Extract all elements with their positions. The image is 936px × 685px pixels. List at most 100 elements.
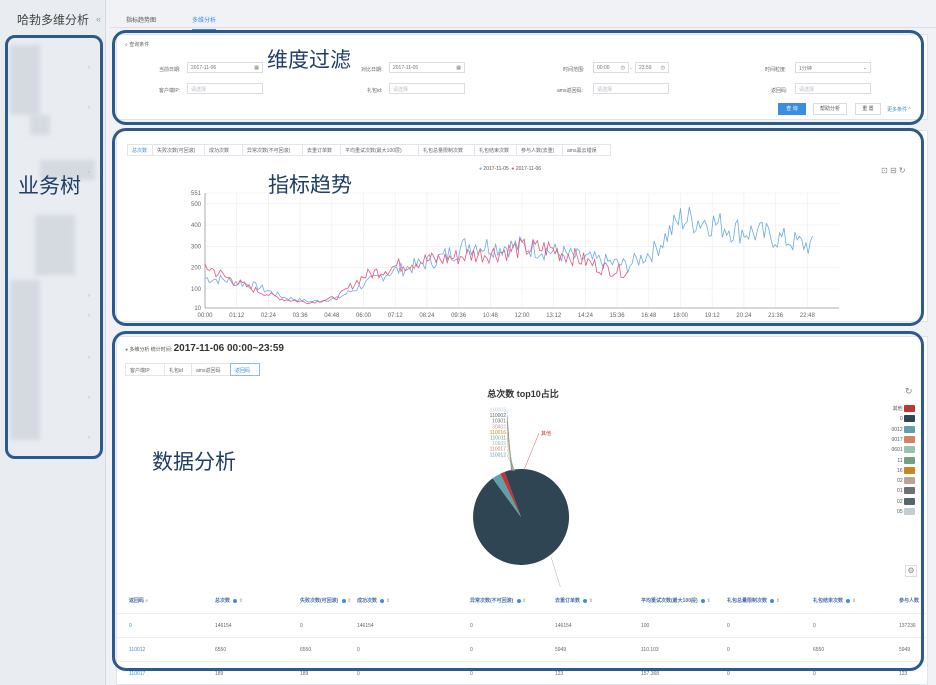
sort-icon: ⇕	[520, 598, 527, 604]
pie-slice	[473, 468, 570, 565]
time-end-field[interactable]: 23:59 ◷	[635, 62, 669, 73]
refresh-icon[interactable]: ↻	[905, 386, 913, 397]
sort-icon: ⇕	[705, 598, 711, 604]
analysis-sub-tab[interactable]: 客户端IP	[125, 363, 165, 376]
x-tick-label: 08:24	[419, 313, 435, 319]
reset-button[interactable]: 重 置	[855, 103, 881, 115]
legend-item[interactable]: 16	[857, 466, 915, 474]
table-header[interactable]: 异常次数(不可回滚) ⇕	[470, 597, 526, 604]
row-divider	[117, 661, 929, 662]
table-cell: 0	[470, 647, 473, 653]
table-cell: 0	[300, 623, 303, 629]
help-analysis-button[interactable]: 帮助分析	[813, 103, 847, 115]
table-cell: 137236	[899, 623, 916, 629]
analysis-sub-tab[interactable]: 礼包id	[164, 363, 192, 376]
table-header[interactable]: 礼包结束次数 ⇕	[813, 597, 856, 604]
customer-ip-select[interactable]: 请选择	[187, 83, 263, 94]
overlay-label-analysis: 数据分析	[152, 450, 236, 474]
legend-item[interactable]: 0012	[857, 425, 915, 433]
y-tick-label: 400	[191, 223, 202, 229]
legend-swatch	[904, 415, 915, 423]
analysis-sub-tab[interactable]: ams返回码	[191, 363, 231, 376]
trend-chart[interactable]: 551 500 400 300 200 100 1000:00 01:12 02:24 03:36…	[117, 131, 929, 323]
sort-icon: ⇕	[774, 598, 780, 604]
legend-item[interactable]: 11	[857, 456, 915, 464]
table-header[interactable]: 去重订单数 ⇕	[555, 597, 593, 604]
table-cell: 123	[555, 671, 564, 677]
analysis-panel: ◕ 多维分析 统计时间: 2017-11-06 00:00~23:59 客户端I…	[116, 336, 929, 685]
overlay-label-tree: 业务树	[18, 174, 81, 198]
legend-swatch	[904, 477, 915, 485]
package-id-select[interactable]: 请选择	[389, 83, 465, 94]
filter-panel: ⌕ 查询条件 当前日期: 2017-11-06 ▦ 对比日期: 2017-11-0…	[116, 34, 928, 120]
search-icon: ⌕	[144, 598, 149, 604]
table-cell: 5949	[899, 647, 911, 653]
x-tick-label: 22:48	[800, 313, 816, 319]
table-cell: 100	[641, 623, 650, 629]
pie-label: 其他	[541, 430, 551, 437]
table-cell: 189	[215, 671, 224, 677]
compare-date-field[interactable]: 2017-11-05 ▦	[389, 62, 465, 73]
granularity-select[interactable]: 1分钟 ⌄	[795, 62, 871, 73]
return-code-select[interactable]: 请选择	[795, 83, 871, 94]
table-row-link[interactable]: 110017	[129, 671, 145, 677]
settings-gear-icon[interactable]: ⚙	[905, 565, 917, 577]
legend-swatch	[904, 405, 915, 413]
x-tick-label: 12:00	[514, 313, 530, 319]
table-cell: 157.368	[641, 671, 660, 677]
query-button[interactable]: 查 询	[778, 103, 806, 115]
legend-item[interactable]: 01	[857, 487, 915, 495]
legend-swatch	[904, 508, 915, 515]
date-field[interactable]: 2017-11-06 ▦	[187, 62, 263, 73]
table-header[interactable]: 返回码 ⌕	[129, 597, 148, 604]
table-cell: 123	[899, 671, 908, 677]
tab-trend[interactable]: 指标趋势图	[126, 15, 156, 24]
legend-item[interactable]: 02	[857, 497, 915, 505]
series-line-2017-11-05	[204, 206, 813, 303]
time-start-field[interactable]: 00:00 ◷	[593, 62, 629, 73]
table-header[interactable]: 成功次数 ⇕	[357, 597, 390, 604]
return-code-label: 返回码:	[771, 88, 788, 94]
y-tick-label: 10	[194, 306, 201, 312]
table-cell: 5949	[555, 647, 567, 653]
legend-item[interactable]: 其他	[857, 405, 915, 413]
x-tick-label: 00:00	[197, 313, 213, 319]
app-title: 哈勃多维分析	[17, 13, 90, 27]
legend-item[interactable]: 05	[857, 508, 915, 515]
x-tick-label: 19:12	[705, 313, 721, 319]
table-cell: 146154	[215, 623, 232, 629]
more-conditions-link[interactable]: 更多条件 ^	[887, 106, 911, 113]
table-row-link[interactable]: 110012	[129, 647, 145, 653]
table-header[interactable]: 总次数 ⇕	[215, 597, 243, 604]
table-cell: 6550	[813, 647, 825, 653]
row-divider	[117, 637, 929, 638]
date-label: 当前日期:	[159, 67, 181, 73]
tree-highlight-frame	[5, 35, 103, 459]
y-tick-label: 100	[191, 287, 202, 293]
analysis-sub-tab[interactable]: 返回码	[230, 363, 260, 376]
tab-multidim[interactable]: 多维分析	[192, 15, 217, 30]
time-range-label: 时间范围:	[563, 67, 585, 73]
legend-swatch	[904, 446, 915, 454]
collapse-icon[interactable]: «	[96, 14, 101, 24]
x-tick-label: 13:12	[546, 313, 562, 319]
table-header[interactable]: 礼包总量限制次数 ⇕	[727, 597, 780, 604]
pie-chart[interactable]: 1100031100021030130402110016110011106051…	[117, 397, 929, 587]
legend-item[interactable]: 02	[857, 477, 915, 485]
ams-code-select[interactable]: 请选择	[593, 83, 669, 94]
x-tick-label: 03:36	[293, 313, 309, 319]
table-row-link[interactable]: 0	[129, 623, 132, 629]
table-cell: 0	[357, 671, 360, 677]
table-header[interactable]: 平均重试次数(最大100层) ⇕	[641, 597, 711, 604]
table-header[interactable]: 参与人数	[899, 597, 919, 604]
time-separator: -	[630, 66, 632, 72]
legend-item[interactable]: 0601	[857, 446, 915, 454]
x-tick-label: 01:12	[229, 313, 245, 319]
legend-item[interactable]: 0017	[857, 435, 915, 443]
table-cell: 189	[300, 671, 309, 677]
legend-item[interactable]: 0	[857, 415, 915, 423]
calendar-icon: ▦	[456, 65, 461, 71]
table-header[interactable]: 失败次数(可回滚) ⇕	[300, 597, 351, 604]
table-cell: 110.103	[641, 647, 659, 653]
row-divider	[117, 613, 929, 614]
